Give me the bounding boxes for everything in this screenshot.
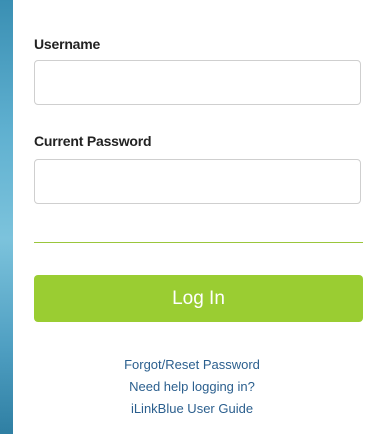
password-label: Current Password <box>34 133 152 149</box>
forgot-reset-password-link[interactable]: Forgot/Reset Password <box>13 356 371 378</box>
need-help-logging-in-link[interactable]: Need help logging in? <box>13 378 371 400</box>
password-input[interactable] <box>34 159 361 204</box>
username-input[interactable] <box>34 60 361 105</box>
login-button[interactable]: Log In <box>34 275 363 322</box>
divider <box>34 242 363 243</box>
username-label: Username <box>34 36 101 52</box>
ilinkblue-user-guide-link[interactable]: iLinkBlue User Guide <box>13 400 371 422</box>
help-links: Forgot/Reset Password Need help logging … <box>13 356 371 422</box>
login-card: Username Current Password Log In Forgot/… <box>13 0 371 434</box>
